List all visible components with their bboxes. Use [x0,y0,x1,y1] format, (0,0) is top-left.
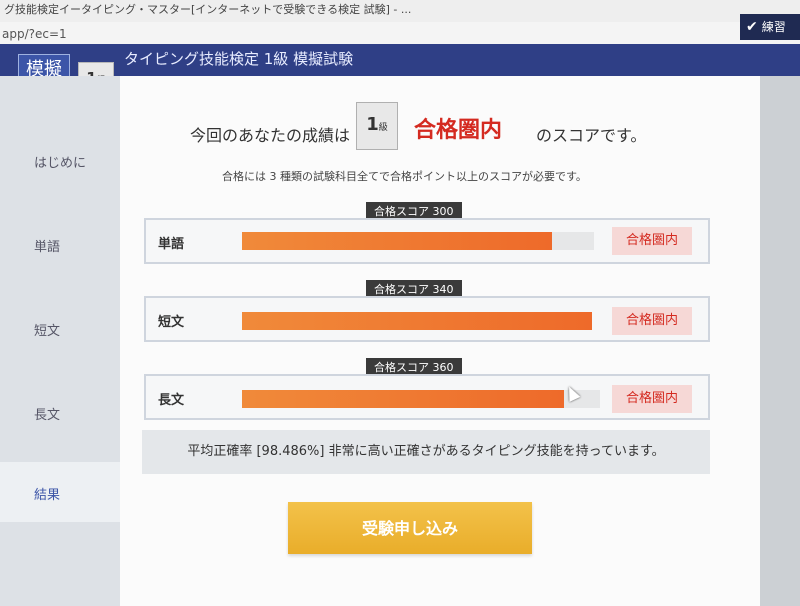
tooltip-text: 合格スコア 360 [374,361,454,374]
page-background [760,76,800,606]
apply-exam-button[interactable]: 受験申し込み [288,502,532,554]
score-row-long-text: 長文 合格圏内 [144,374,710,420]
practice-toggle[interactable]: ✔ 練習 [740,14,800,40]
tooltip-text: 合格スコア 340 [374,283,454,296]
sidebar-item-label: はじめに [34,156,87,171]
score-bar-fill [242,232,552,250]
result-suffix: のスコアです。 [536,126,647,145]
accuracy-summary: 平均正確率 [98.486%] 非常に高い正確さがあるタイピング技能を持っていま… [142,430,710,474]
window-title: グ技能検定イータイピング・マスター[インターネットで受験できる検定 試験] - … [0,0,800,22]
practice-label: 練習 [761,20,786,34]
sidebar-item-intro[interactable]: はじめに [0,146,120,176]
level-suffix: 級 [378,123,388,133]
app-header [0,44,800,76]
sidebar-item-short-text[interactable]: 短文 [0,314,120,344]
result-prefix: 今回のあなたの成績は [190,126,351,145]
sidebar-item-label: 長文 [34,408,61,423]
score-row-label: 単語 [158,237,185,252]
checkmark-icon: ✔ [746,19,758,35]
score-row-label: 長文 [158,393,185,408]
pass-requirement-note: 合格には 3 種類の試験科目全てで合格ポイント以上のスコアが必要です。 [222,170,587,183]
score-row-words: 単語 合格圏内 [144,218,710,264]
tooltip-text: 合格スコア 300 [374,205,454,218]
score-bar-track [242,390,600,408]
sidebar-item-label: 単語 [34,240,61,255]
level-badge-large: 1級 [356,102,398,150]
status-badge: 合格圏内 [612,227,692,255]
score-bar-track [242,232,594,250]
score-bar-fill [242,390,565,408]
sidebar-item-results[interactable]: 結果 [0,462,120,522]
address-bar[interactable]: app/?ec=1 [0,22,800,46]
score-row-short-text: 短文 合格圏内 [144,296,710,342]
level-number: 1 [366,114,379,135]
sidebar-item-label: 短文 [34,324,61,339]
score-row-label: 短文 [158,315,185,330]
sidebar-item-label: 結果 [34,488,61,503]
status-badge: 合格圏内 [612,307,692,335]
score-bar-fill [242,312,592,330]
status-badge: 合格圏内 [612,385,692,413]
score-bar-track [242,312,592,330]
sidebar-item-words[interactable]: 単語 [0,230,120,260]
sidebar-item-long-text[interactable]: 長文 [0,398,120,428]
result-status: 合格圏内 [414,118,503,143]
app-title: タイピング技能検定 1級 模擬試験 [124,50,354,68]
